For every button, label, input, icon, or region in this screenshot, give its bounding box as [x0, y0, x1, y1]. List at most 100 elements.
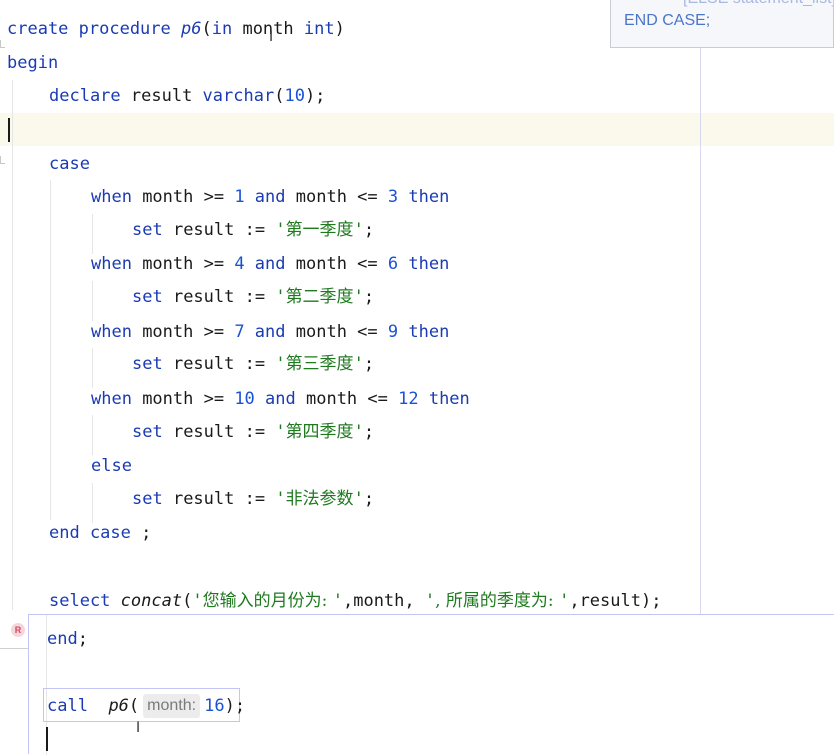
keyword: end case	[49, 523, 131, 543]
identifier: month <=	[285, 187, 388, 207]
keyword: varchar	[202, 86, 275, 106]
keyword: when	[91, 322, 132, 342]
keyword: create procedure	[7, 19, 181, 39]
number: 9	[387, 322, 399, 342]
keyword: end	[47, 629, 78, 649]
number: 4	[234, 254, 245, 274]
code-line-set-1[interactable]: set result := '第一季度';	[132, 214, 374, 247]
code-line-when-2[interactable]: when month >= 4 and month <= 6 then	[91, 248, 449, 281]
code-line-3[interactable]: declare result varchar(10);	[49, 80, 325, 113]
string-text: 第三季度	[285, 354, 354, 374]
string-text: 第二季度	[285, 287, 354, 307]
keyword: when	[91, 254, 132, 274]
keyword: set	[132, 220, 163, 240]
keyword: then	[398, 254, 450, 274]
string-text: 第一季度	[285, 220, 354, 240]
popup-text: END CASE;	[624, 12, 711, 29]
identifier: month <=	[285, 254, 388, 274]
string-literal: '第三季度'	[275, 348, 364, 381]
keyword: set	[132, 354, 163, 374]
string-literal: '非法参数'	[275, 483, 364, 516]
identifier: month <=	[295, 389, 399, 409]
console-editor[interactable]	[28, 614, 834, 755]
paren: (	[128, 696, 140, 716]
keyword: and	[244, 187, 286, 207]
keyword: set	[132, 489, 163, 509]
identifier: result :=	[162, 422, 276, 442]
indent-guide	[12, 80, 13, 610]
string-literal: '第二季度'	[275, 281, 364, 314]
procedure-name: p6	[108, 696, 129, 716]
code-line-else[interactable]: else	[91, 450, 132, 483]
number: 6	[387, 254, 399, 274]
code-line-set-4[interactable]: set result := '第四季度';	[132, 416, 374, 449]
identifier: month <=	[285, 322, 388, 342]
keyword: and	[244, 254, 286, 274]
identifier: result :=	[162, 220, 276, 240]
string-text: 第四季度	[285, 422, 354, 442]
fold-marker-icon[interactable]	[0, 156, 5, 164]
identifier: month >=	[131, 389, 235, 409]
semicolon: ;	[363, 220, 375, 240]
keyword: then	[418, 389, 470, 409]
code-line-case[interactable]: case	[49, 148, 90, 181]
keyword: begin	[7, 53, 59, 73]
identifier: result :=	[162, 287, 276, 307]
code-line-call[interactable]: call p6(month: 16);	[47, 690, 245, 723]
documentation-popup: [ELSE statement_list] END CASE;	[610, 0, 834, 48]
code-line-when-4[interactable]: when month >= 10 and month <= 12 then	[91, 383, 470, 416]
current-line-highlight	[0, 113, 834, 146]
number: 12	[398, 389, 419, 409]
code-line-end-case[interactable]: end case ;	[49, 517, 151, 550]
semicolon: ;	[363, 489, 375, 509]
keyword: call	[47, 696, 88, 716]
code-line-end[interactable]: end;	[47, 623, 88, 656]
code-line-2[interactable]: begin	[7, 47, 58, 80]
run-badge-icon[interactable]: R	[11, 623, 25, 637]
text-cursor	[8, 118, 10, 142]
ibeam-cursor-icon: I	[269, 29, 274, 45]
code-line-when-1[interactable]: when month >= 1 and month <= 3 then	[91, 181, 449, 214]
code-line-set-2[interactable]: set result := '第二季度';	[132, 281, 374, 314]
keyword: and	[244, 322, 286, 342]
keyword: set	[132, 422, 163, 442]
indent-guide	[92, 348, 93, 388]
paren: (	[274, 86, 285, 106]
number: 16	[204, 696, 225, 716]
semicolon: ;	[77, 629, 88, 649]
indent-guide	[92, 281, 93, 321]
number: 1	[234, 187, 245, 207]
identifier: result :=	[162, 489, 276, 509]
code-line-set-5[interactable]: set result := '非法参数';	[132, 483, 374, 516]
keyword: then	[398, 322, 450, 342]
procedure-name: p6	[181, 19, 202, 39]
fold-marker-icon[interactable]	[0, 40, 5, 48]
code-line-when-3[interactable]: when month >= 7 and month <= 9 then	[91, 316, 449, 349]
identifier: month >=	[131, 254, 235, 274]
semicolon: ;	[363, 287, 375, 307]
popup-faded-text: [ELSE statement_list]	[683, 0, 833, 8]
semicolon: ;	[363, 422, 375, 442]
semicolon: ;	[363, 354, 375, 374]
keyword: declare	[49, 86, 121, 106]
text-cursor	[46, 727, 48, 751]
identifier: month >=	[131, 322, 235, 342]
ibeam-cursor-icon: I	[136, 720, 141, 736]
number: 3	[387, 187, 399, 207]
keyword: set	[132, 287, 163, 307]
identifier: month >=	[131, 187, 235, 207]
indent-guide	[92, 415, 93, 455]
number: 7	[234, 322, 245, 342]
keyword: and	[254, 389, 296, 409]
string-literal: '第四季度'	[275, 416, 364, 449]
identifier: result	[120, 86, 203, 106]
keyword: in	[211, 19, 233, 39]
keyword: when	[91, 389, 132, 409]
paren: );	[224, 696, 246, 716]
string-literal: '第一季度'	[275, 214, 364, 247]
code-line-set-3[interactable]: set result := '第三季度';	[132, 348, 374, 381]
number: 10	[234, 389, 255, 409]
code-line-1[interactable]: create procedure p6(in month int)	[7, 13, 345, 46]
string-text: 非法参数	[285, 489, 354, 509]
number: 10	[284, 86, 305, 106]
